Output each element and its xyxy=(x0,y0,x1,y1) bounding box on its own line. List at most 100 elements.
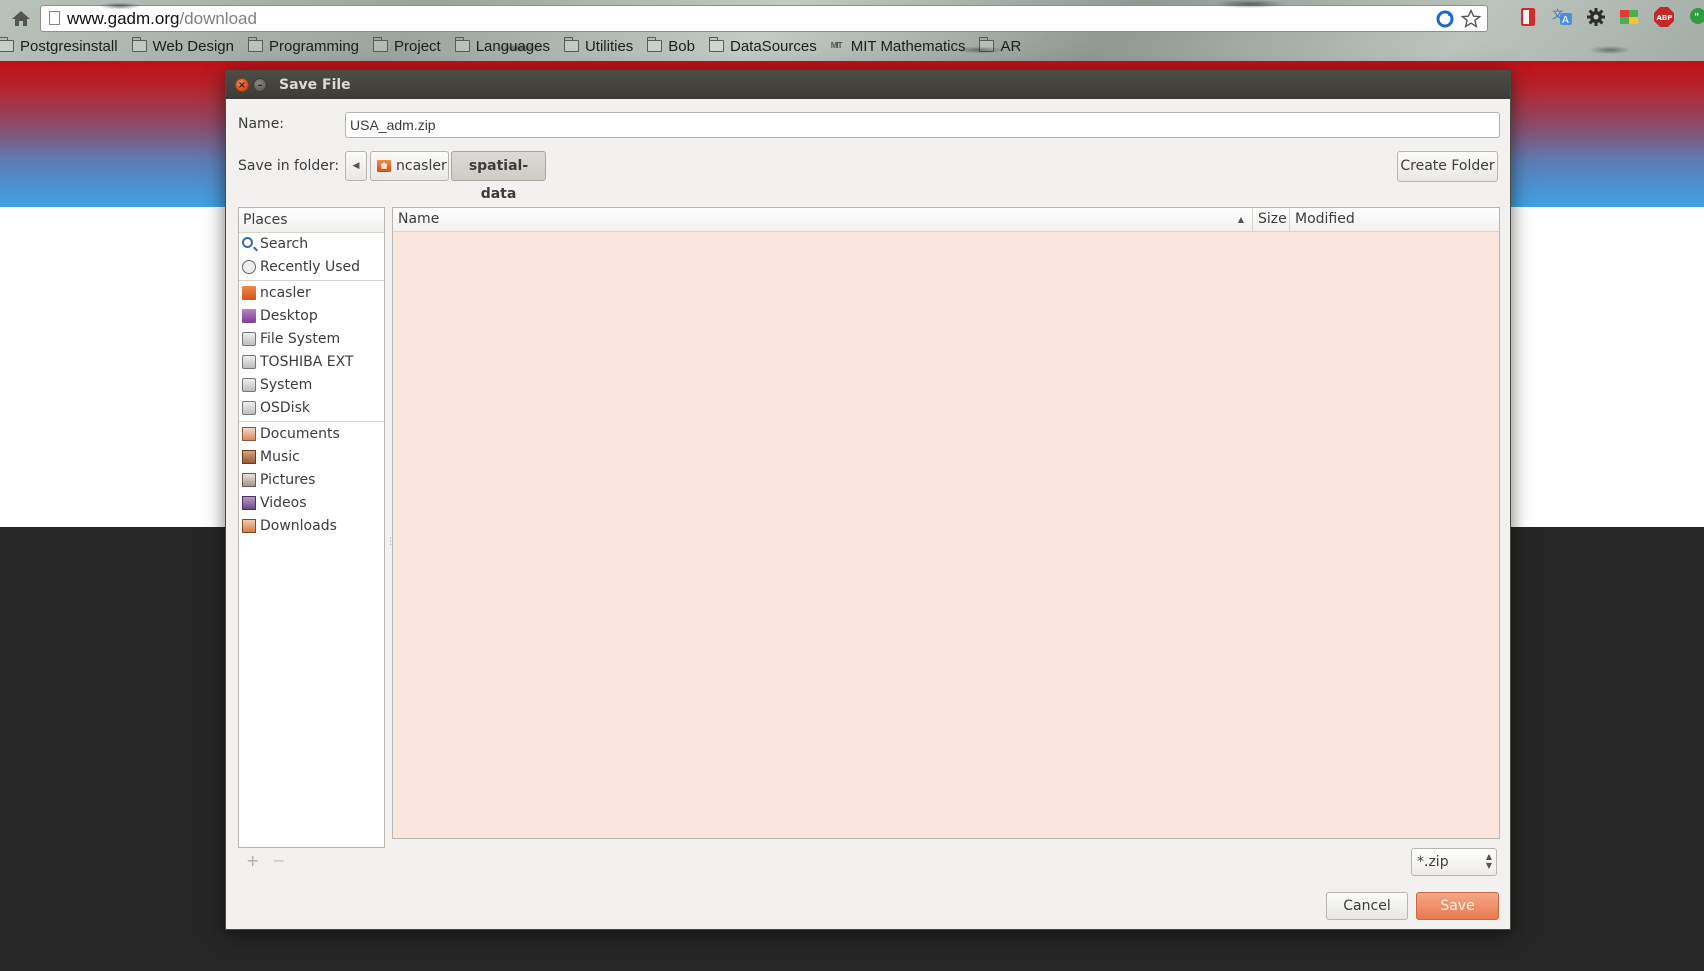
places-item[interactable]: Search xyxy=(239,233,384,256)
star-icon[interactable] xyxy=(1460,8,1482,36)
bookmark-item[interactable]: Languages xyxy=(448,34,557,58)
divider xyxy=(239,421,384,422)
speedtest-icon[interactable] xyxy=(1618,6,1642,28)
divider xyxy=(239,280,384,281)
folder-icon xyxy=(454,37,470,52)
file-list[interactable]: Name ▲ Size Modified xyxy=(392,207,1500,839)
places-item-label: Downloads xyxy=(260,518,337,534)
places-item-label: TOSHIBA EXT xyxy=(260,354,354,370)
path-button-label: ncasler xyxy=(396,158,447,174)
search-icon xyxy=(242,237,253,248)
path-back-button[interactable]: ◀ xyxy=(345,151,367,181)
desktop-icon xyxy=(242,309,256,323)
column-label: Size xyxy=(1258,211,1287,227)
chevron-left-icon: ◀ xyxy=(352,161,360,171)
dialog-title: Save File xyxy=(279,77,351,93)
places-item[interactable]: Documents xyxy=(239,423,384,446)
hangouts-icon[interactable]: " xyxy=(1686,6,1704,28)
bookmark-label: Programming xyxy=(268,37,360,55)
drive-icon xyxy=(242,332,256,346)
bookmark-item[interactable]: Web Design xyxy=(125,34,241,58)
bookmark-label: Utilities xyxy=(584,37,634,55)
sort-ascending-icon: ▲ xyxy=(1237,215,1244,224)
drive-icon xyxy=(242,378,256,392)
bookmark-item[interactable]: DataSources xyxy=(702,34,824,58)
places-item-label: ncasler xyxy=(260,285,311,301)
home-icon[interactable] xyxy=(10,8,34,30)
url-path: /download xyxy=(179,9,257,28)
file-name-input[interactable] xyxy=(345,112,1500,138)
address-bar[interactable]: www.gadm.org/download xyxy=(40,5,1488,32)
mit-icon: MIT xyxy=(830,41,843,50)
bookmark-item[interactable]: Postgresinstall xyxy=(0,34,125,58)
places-item-label: System xyxy=(260,377,313,393)
folder-icon xyxy=(709,37,724,52)
column-label: Modified xyxy=(1295,211,1355,227)
column-header-size[interactable]: Size xyxy=(1253,208,1290,232)
folder-icon xyxy=(373,37,389,52)
close-icon[interactable]: × xyxy=(235,78,249,92)
name-label: Name: xyxy=(238,116,285,132)
places-item[interactable]: ncasler xyxy=(239,282,384,305)
bookmark-item[interactable]: Programming xyxy=(241,34,366,58)
bookmark-item[interactable]: MIT MIT Mathematics xyxy=(824,34,973,58)
home-folder-icon xyxy=(377,160,391,172)
minimize-icon[interactable]: – xyxy=(253,78,267,92)
folder-icon xyxy=(0,37,14,52)
remove-bookmark-button[interactable]: − xyxy=(272,851,285,870)
adblock-icon[interactable]: ABP xyxy=(1652,6,1676,28)
places-item-label: Pictures xyxy=(260,472,316,488)
svg-text:A: A xyxy=(1562,15,1569,26)
places-item-label: Search xyxy=(260,236,309,252)
bookmark-item[interactable]: Bob xyxy=(640,34,702,58)
folder-icon xyxy=(247,37,263,52)
bookmark-label: Web Design xyxy=(152,37,234,55)
videos-icon xyxy=(242,496,256,510)
create-folder-button[interactable]: Create Folder xyxy=(1397,151,1498,182)
folder-icon xyxy=(563,37,579,52)
bookmark-item[interactable]: Utilities xyxy=(557,34,640,58)
bookmark-label: AR xyxy=(1000,37,1022,55)
drive-icon xyxy=(242,355,256,369)
save-file-dialog: × – Save File Name: Save in folder: ◀ nc… xyxy=(225,70,1511,930)
bookmark-item[interactable]: AR xyxy=(972,34,1028,58)
places-pane: Places Search Recently Used ncasler Desktop… xyxy=(238,207,385,848)
places-header[interactable]: Places xyxy=(239,208,384,233)
browser-chrome: www.gadm.org/download A文 ABP " Postgresi… xyxy=(0,0,1704,61)
cancel-button[interactable]: Cancel xyxy=(1326,892,1408,920)
save-button[interactable]: Save xyxy=(1416,892,1499,920)
bookmark-label: Languages xyxy=(475,37,550,55)
places-item[interactable]: Desktop xyxy=(239,305,384,328)
bookmark-item[interactable]: Project xyxy=(366,34,448,58)
places-item[interactable]: OSDisk xyxy=(239,397,384,420)
places-item[interactable]: File System xyxy=(239,328,384,351)
places-item[interactable]: Recently Used xyxy=(239,256,384,279)
places-item[interactable]: Pictures xyxy=(239,469,384,492)
filter-value: *.zip xyxy=(1417,854,1449,870)
path-button-home[interactable]: ncasler xyxy=(370,151,449,181)
translate-icon[interactable]: A文 xyxy=(1550,6,1574,28)
dialog-titlebar[interactable]: × – Save File xyxy=(226,71,1510,99)
save-in-label: Save in folder: xyxy=(238,158,340,174)
path-button-label: spatial-data xyxy=(468,158,529,202)
folder-icon xyxy=(647,37,663,52)
places-item[interactable]: TOSHIBA EXT xyxy=(239,351,384,374)
places-item[interactable]: System xyxy=(239,374,384,397)
column-header-modified[interactable]: Modified xyxy=(1290,208,1500,232)
places-item-label: Recently Used xyxy=(260,259,361,275)
column-header-name[interactable]: Name ▲ xyxy=(393,208,1253,232)
bookmark-label: Postgresinstall xyxy=(20,37,118,55)
file-type-filter[interactable]: *.zip ▲ ▼ xyxy=(1411,848,1497,876)
bookmark-extension-icon[interactable] xyxy=(1516,6,1540,28)
drive-icon xyxy=(242,401,256,415)
places-item[interactable]: Videos xyxy=(239,492,384,515)
folder-icon xyxy=(979,37,995,52)
add-bookmark-button[interactable]: + xyxy=(246,851,259,870)
home-folder-icon xyxy=(242,286,256,300)
places-item-label: Documents xyxy=(260,426,340,442)
gear-icon[interactable] xyxy=(1584,6,1608,28)
path-button-current[interactable]: spatial-data xyxy=(451,151,546,202)
sync-icon[interactable] xyxy=(1435,9,1455,36)
places-item[interactable]: Music xyxy=(239,446,384,469)
places-item[interactable]: Downloads xyxy=(239,515,384,538)
